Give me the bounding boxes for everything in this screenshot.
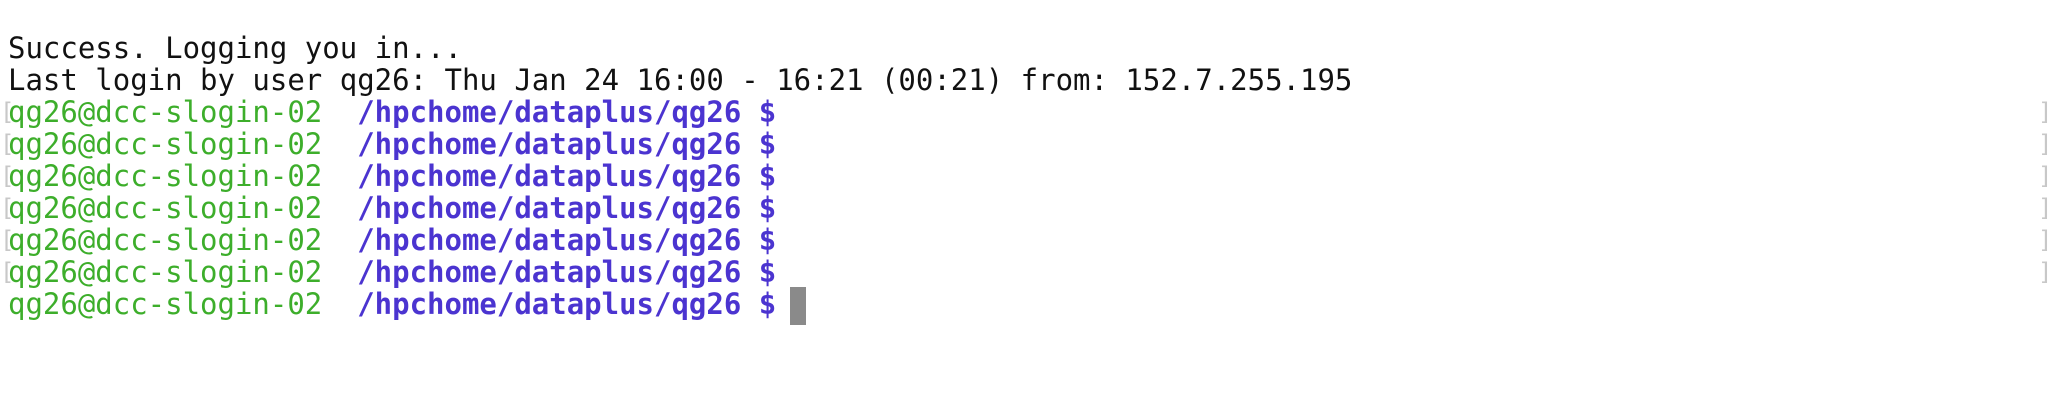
- terminal-window[interactable]: Success. Logging you in... Last login by…: [0, 0, 2050, 408]
- text-cursor[interactable]: [790, 287, 807, 325]
- prompt-path: /hpchome/dataplus/qg26: [357, 287, 742, 321]
- active-prompt-line[interactable]: qg26@dcc-slogin-02 /hpchome/dataplus/qg2…: [8, 283, 807, 325]
- prompt-symbol: $: [758, 287, 777, 321]
- line-marker-right: ]: [2038, 251, 2050, 293]
- prompt-user-host: qg26@dcc-slogin-02: [8, 287, 323, 321]
